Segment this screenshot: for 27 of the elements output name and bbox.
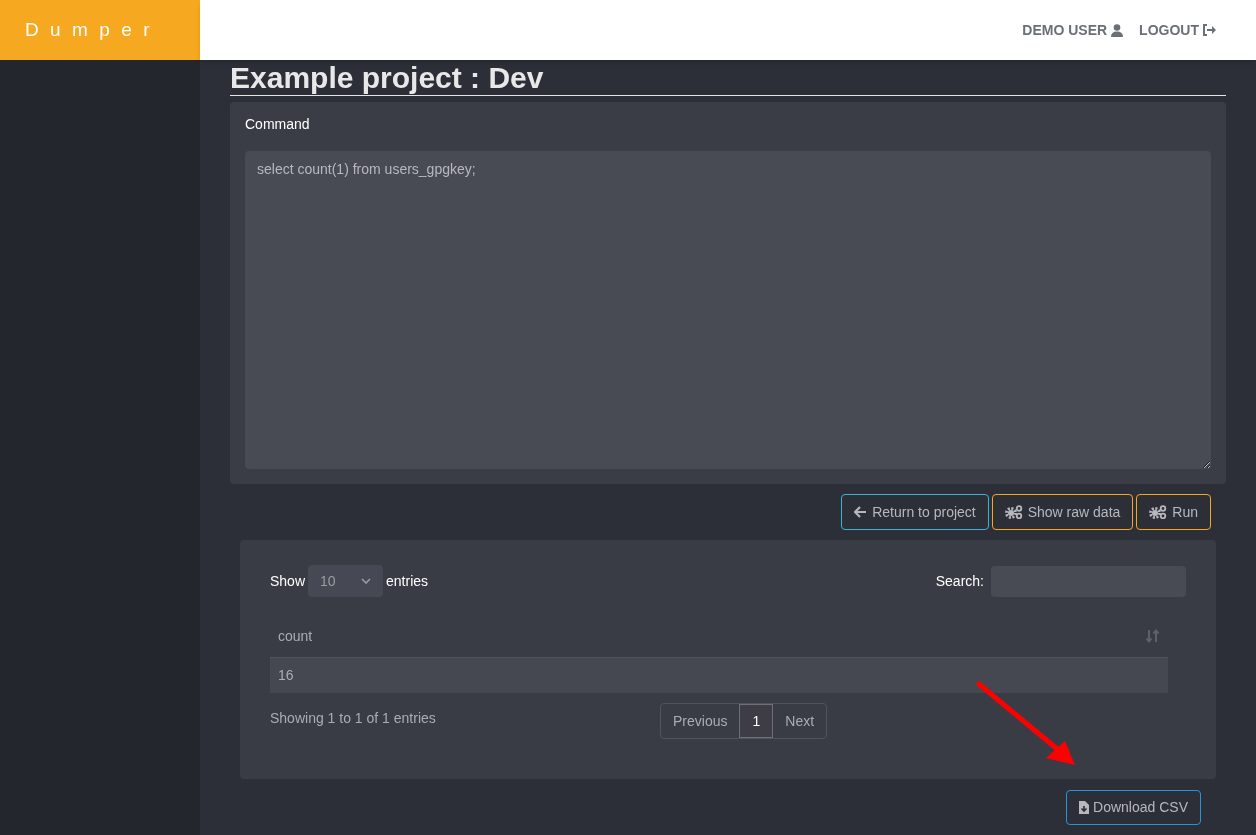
return-button[interactable]: Return to project	[841, 494, 989, 530]
user-link[interactable]: DEMO USER	[1022, 19, 1124, 41]
gears-icon	[1149, 505, 1168, 519]
download-csv-button[interactable]: Download CSV	[1066, 790, 1201, 825]
page-title: Example project : Dev	[230, 61, 544, 95]
length-label: Show	[270, 571, 306, 591]
file-download-icon	[1079, 801, 1090, 814]
gears-icon	[1004, 505, 1023, 519]
action-button[interactable]: Run	[1136, 494, 1211, 530]
search-label: Search:	[935, 571, 984, 591]
length-label: entries	[386, 571, 429, 591]
page-button[interactable]: Next	[773, 704, 827, 738]
table-cell-text: 16	[277, 666, 295, 685]
chevron-down-icon	[361, 578, 372, 584]
page-length-select[interactable]: 10	[308, 565, 384, 597]
column-header[interactable]: count	[270, 625, 1168, 647]
logout-icon	[1202, 24, 1216, 36]
page-button[interactable]: Previous	[661, 704, 740, 738]
command-label: Command	[245, 115, 311, 134]
action-button[interactable]: Show raw data	[991, 494, 1134, 530]
arrow-left-icon	[854, 506, 868, 518]
page-button[interactable]: 1	[739, 704, 774, 738]
table-info: Showing 1 to 1 of 1 entries	[270, 709, 437, 728]
logout-link[interactable]: LOGOUT	[1139, 19, 1216, 41]
command-textarea[interactable]: select count(1) from users_gpgkey;	[245, 151, 1211, 469]
sort-icon	[1146, 629, 1160, 643]
user-icon	[1111, 23, 1124, 37]
